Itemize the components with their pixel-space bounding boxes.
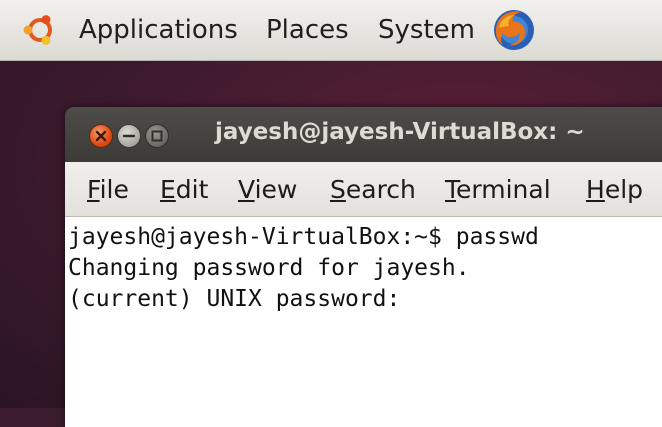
menu-view[interactable]: View	[238, 175, 297, 205]
menu-help-mnemonic: H	[586, 175, 605, 204]
menu-edit-label: dit	[175, 175, 209, 204]
menu-system[interactable]: System	[378, 13, 475, 47]
close-button[interactable]	[89, 124, 113, 148]
close-icon	[95, 130, 107, 142]
maximize-icon	[151, 130, 163, 142]
maximize-button[interactable]	[145, 124, 169, 148]
menu-file[interactable]: File	[87, 175, 129, 205]
menu-search-label: earch	[345, 175, 416, 204]
menu-terminal-mnemonic: T	[445, 175, 457, 204]
minimize-icon	[122, 134, 136, 138]
menu-help[interactable]: Help	[586, 175, 643, 205]
menu-view-label: iew	[254, 175, 298, 204]
terminal-line: Changing password for jayesh.	[68, 255, 470, 281]
minimize-button[interactable]	[117, 124, 141, 148]
terminal-line: (current) UNIX password:	[68, 286, 401, 312]
menu-places[interactable]: Places	[266, 13, 349, 47]
menu-terminal[interactable]: Terminal	[445, 175, 551, 205]
firefox-icon[interactable]	[491, 7, 537, 53]
menu-help-label: elp	[604, 175, 644, 204]
ubuntu-logo-icon[interactable]	[22, 12, 58, 48]
top-panel: Applications Places System	[0, 0, 662, 61]
menu-search[interactable]: Search	[330, 175, 416, 205]
window-titlebar[interactable]: jayesh@jayesh-VirtualBox: ~	[65, 107, 662, 162]
menu-terminal-label: erminal	[456, 175, 551, 204]
menu-edit-mnemonic: E	[160, 175, 176, 204]
menu-file-label: ile	[99, 175, 129, 204]
terminal-line: jayesh@jayesh-VirtualBox:~$ passwd	[68, 224, 539, 250]
menu-view-mnemonic: V	[238, 175, 255, 204]
terminal-window: jayesh@jayesh-VirtualBox: ~ File Edit Vi…	[65, 107, 662, 427]
menu-edit[interactable]: Edit	[160, 175, 208, 205]
menu-applications[interactable]: Applications	[79, 13, 238, 47]
menu-file-mnemonic: F	[87, 175, 100, 204]
window-title: jayesh@jayesh-VirtualBox: ~	[215, 119, 585, 145]
terminal-output[interactable]: jayesh@jayesh-VirtualBox:~$ passwd Chang…	[65, 217, 662, 427]
menu-search-mnemonic: S	[330, 175, 346, 204]
terminal-menubar: File Edit View Search Terminal Help	[65, 162, 662, 217]
